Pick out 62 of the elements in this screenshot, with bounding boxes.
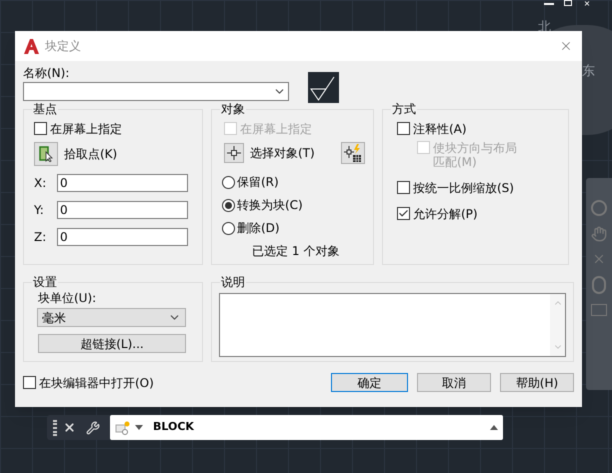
radio-label: 保留(R) [237, 174, 279, 191]
group-title: 方式 [391, 101, 417, 117]
select-objects-button[interactable] [224, 143, 244, 163]
radio-button[interactable] [222, 198, 235, 212]
coordinate-label: Y: [34, 202, 45, 219]
checkbox-label: 按统一比例缩放(S) [413, 181, 514, 195]
hyperlink-button[interactable]: 超链接(L)... [38, 334, 186, 353]
coordinate-label: Z: [34, 229, 48, 246]
coordinate-field[interactable]: 0 [57, 174, 188, 192]
pick-point-label: 拾取点(K) [64, 146, 118, 163]
checkbox-label: 在块编辑器中打开(O) [39, 376, 154, 390]
compass-label: 东 [582, 63, 595, 81]
quick-select-icon [344, 144, 362, 162]
checkbox-label: 注释性(A) [413, 122, 467, 136]
command-text: BLOCK [153, 419, 194, 436]
wrench-icon[interactable] [86, 420, 100, 434]
app-logo-icon [24, 38, 39, 54]
checkbox-label: 在屏幕上指定 [240, 122, 312, 136]
checkbox[interactable] [34, 122, 47, 135]
radio-label: 删除(D) [237, 220, 280, 237]
expand-caret-icon[interactable] [490, 425, 498, 430]
field-label: 名称(N): [23, 66, 70, 80]
pick-point-icon [39, 146, 53, 162]
checkbox[interactable] [397, 122, 410, 135]
pick-point-button[interactable] [34, 142, 58, 166]
close-icon[interactable] [582, 0, 592, 7]
check-icon [398, 208, 409, 219]
recent-commands-icon[interactable] [115, 420, 131, 434]
checkbox-label: 在屏幕上指定 [50, 122, 122, 136]
coordinate-field[interactable]: 0 [57, 201, 188, 219]
unit-dropdown[interactable]: 毫米 [37, 308, 186, 327]
group-title: 设置 [32, 274, 58, 290]
checkbox-label: 允许分解(P) [413, 207, 478, 221]
close-icon[interactable] [63, 421, 76, 434]
radio-button[interactable] [222, 222, 235, 234]
block-preview-drawing [308, 72, 339, 103]
description-text-area[interactable] [219, 293, 566, 357]
checkbox[interactable] [397, 181, 410, 194]
grip-handle-icon[interactable] [53, 420, 57, 436]
group-title: 对象 [220, 101, 246, 117]
radio-label: 转换为块(C) [237, 197, 303, 214]
group-title: 基点 [32, 101, 58, 117]
checkbox[interactable] [397, 207, 410, 220]
quick-select-button[interactable] [341, 142, 365, 164]
name-combo-box[interactable] [23, 82, 289, 101]
selection-status: 已选定 1 个对象 [251, 243, 340, 260]
radio-button[interactable] [222, 176, 235, 188]
coordinate-field[interactable]: 0 [57, 228, 188, 246]
checkbox-label: 使块方向与布局匹配(M) [433, 141, 518, 169]
select-objects-label: 选择对象(T) [250, 145, 315, 162]
unit-label: 块单位(U): [38, 291, 98, 305]
dialog-button[interactable]: 帮助(H) [500, 373, 574, 392]
coordinate-label: X: [34, 175, 48, 192]
crosshair-icon [227, 146, 241, 160]
group-title: 说明 [220, 274, 246, 290]
dialog-button[interactable]: 取消 [417, 373, 491, 392]
dropdown-caret-icon[interactable] [135, 425, 143, 430]
dialog-button[interactable]: 确定 [331, 373, 408, 392]
checkbox[interactable] [23, 376, 36, 388]
command-input-field[interactable]: BLOCK [110, 415, 503, 440]
restore-icon[interactable] [564, 0, 572, 6]
window-title: 块定义 [45, 38, 81, 55]
